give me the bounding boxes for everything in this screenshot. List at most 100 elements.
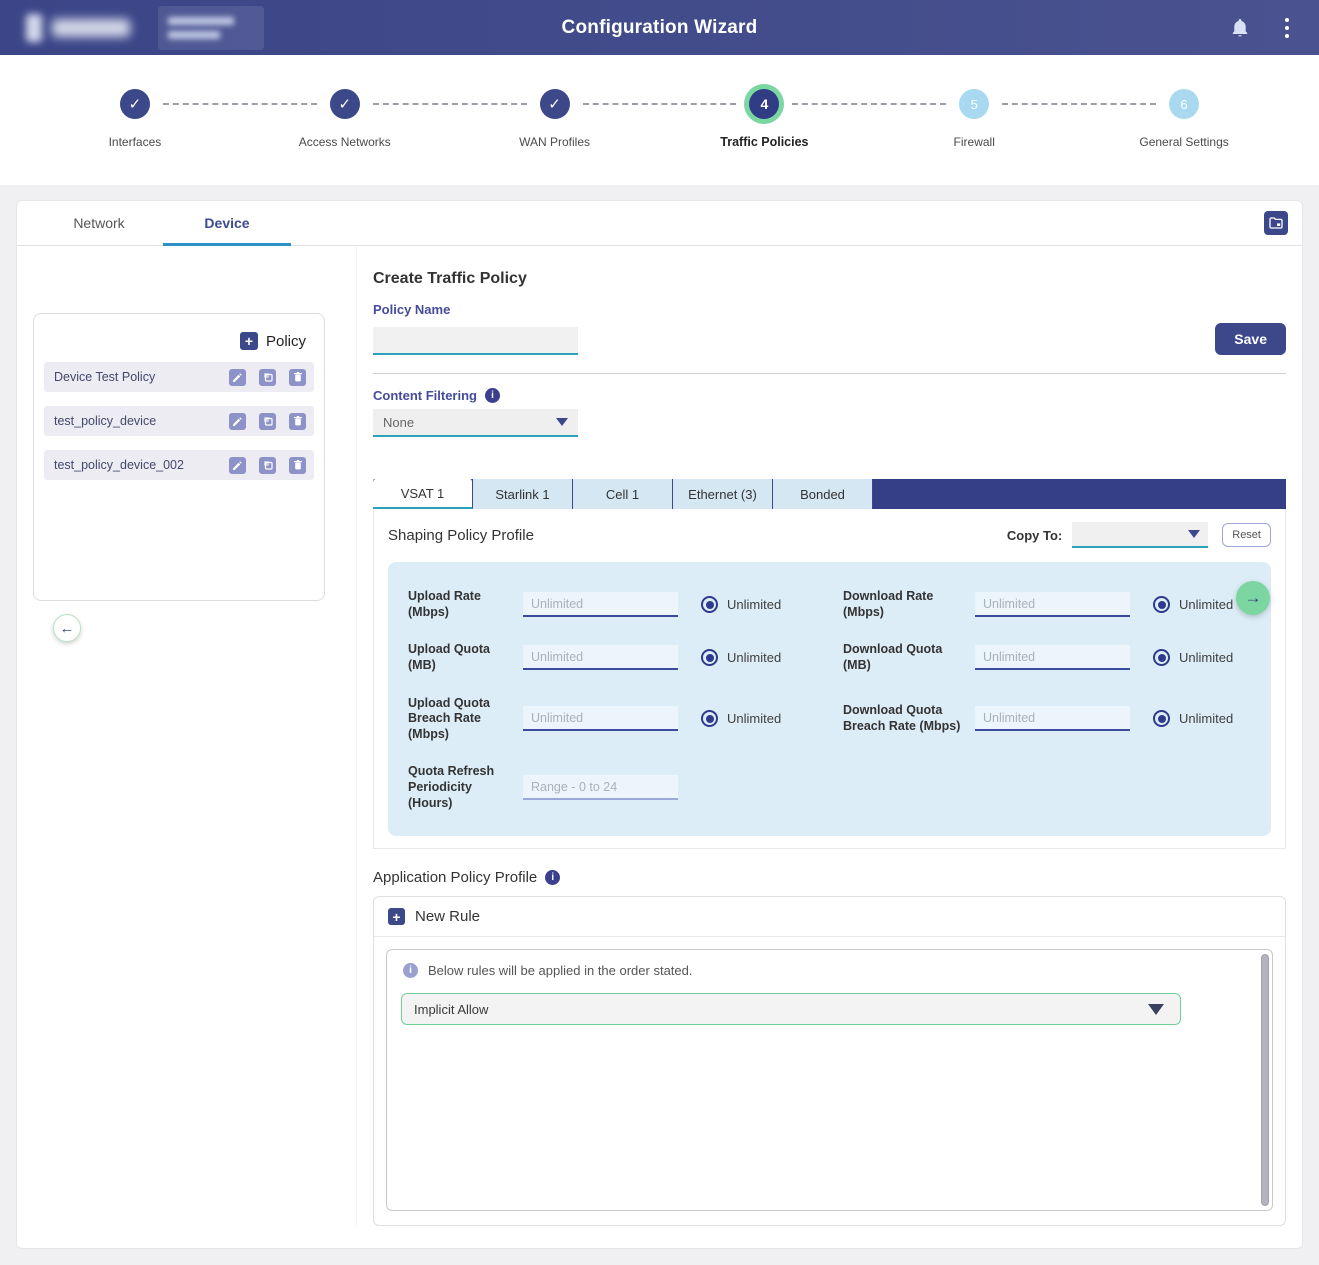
- tab-network[interactable]: Network: [35, 201, 163, 245]
- add-policy-label[interactable]: Policy: [266, 333, 306, 350]
- copy-to-select[interactable]: [1072, 522, 1208, 548]
- step-label: WAN Profiles: [519, 135, 590, 149]
- upload-breach-unlimited-radio[interactable]: [701, 710, 718, 727]
- policy-name-label: Policy Name: [373, 302, 1286, 317]
- notifications-bell-icon[interactable]: [1231, 18, 1249, 38]
- download-quota-label: Download Quota (MB): [843, 631, 975, 684]
- folder-button[interactable]: [1264, 211, 1288, 235]
- tab-starlink-1[interactable]: Starlink 1: [473, 479, 573, 509]
- upload-rate-input[interactable]: [523, 592, 678, 617]
- save-button-top[interactable]: Save: [1215, 323, 1286, 355]
- step-general-settings[interactable]: 6 General Settings: [1079, 89, 1289, 185]
- policy-list-item[interactable]: test_policy_device: [44, 406, 314, 436]
- add-policy-plus-icon[interactable]: +: [240, 332, 258, 350]
- download-breach-unlimited-radio[interactable]: [1153, 710, 1170, 727]
- scrollbar-thumb[interactable]: [1261, 954, 1269, 1206]
- unlimited-label: Unlimited: [727, 711, 781, 726]
- unlimited-label: Unlimited: [1179, 597, 1233, 612]
- arrow-right-icon: →: [1245, 588, 1262, 608]
- policy-list-panel: + Policy Device Test Policy test_policy_…: [33, 313, 325, 601]
- download-quota-unlimited-radio[interactable]: [1153, 649, 1170, 666]
- new-rule-label[interactable]: New Rule: [415, 908, 480, 925]
- tab-vsat-1[interactable]: VSAT 1: [373, 479, 473, 509]
- copy-to-label: Copy To:: [1007, 528, 1062, 543]
- policy-name-input[interactable]: [373, 327, 578, 355]
- info-icon[interactable]: i: [485, 388, 500, 403]
- check-icon: ✓: [540, 89, 570, 119]
- divider: [373, 373, 1286, 374]
- duplicate-policy-icon[interactable]: [259, 457, 276, 474]
- step-wan-profiles[interactable]: ✓ WAN Profiles: [450, 89, 660, 185]
- upload-rate-unlimited-radio[interactable]: [701, 596, 718, 613]
- edit-policy-icon[interactable]: [229, 413, 246, 430]
- download-breach-rate-input[interactable]: [975, 706, 1130, 731]
- duplicate-policy-icon[interactable]: [259, 369, 276, 386]
- download-rate-input[interactable]: [975, 592, 1130, 617]
- rules-section: + New Rule i Below rules will be applied…: [373, 896, 1286, 1226]
- download-quota-input[interactable]: [975, 645, 1130, 670]
- content-filtering-select[interactable]: None: [373, 409, 578, 437]
- duplicate-policy-icon[interactable]: [259, 413, 276, 430]
- check-icon: ✓: [120, 89, 150, 119]
- upload-quota-input[interactable]: [523, 645, 678, 670]
- step-access-networks[interactable]: ✓ Access Networks: [240, 89, 450, 185]
- policy-list-item[interactable]: test_policy_device_002: [44, 450, 314, 480]
- tab-ethernet-3[interactable]: Ethernet (3): [673, 479, 773, 509]
- top-navbar: Configuration Wizard: [0, 0, 1319, 55]
- reset-button[interactable]: Reset: [1222, 523, 1271, 547]
- delete-policy-icon[interactable]: [289, 413, 306, 430]
- overflow-menu-icon[interactable]: [1281, 16, 1293, 40]
- edit-policy-icon[interactable]: [229, 369, 246, 386]
- info-icon[interactable]: i: [545, 870, 560, 885]
- delete-policy-icon[interactable]: [289, 369, 306, 386]
- download-rate-label: Download Rate (Mbps): [843, 578, 975, 631]
- next-arrow-button[interactable]: →: [1236, 581, 1270, 615]
- logo-icon: [26, 14, 42, 42]
- shaping-fields-panel: Upload Rate (Mbps) Unlimited Download Ra…: [388, 562, 1271, 836]
- edit-policy-icon[interactable]: [229, 457, 246, 474]
- unlimited-label: Unlimited: [727, 650, 781, 665]
- upload-breach-rate-input[interactable]: [523, 706, 678, 731]
- step-label: Firewall: [954, 135, 995, 149]
- tab-bonded[interactable]: Bonded: [773, 479, 873, 509]
- rules-info-text: Below rules will be applied in the order…: [428, 963, 692, 978]
- quota-refresh-label: Quota Refresh Periodicity (Hours): [408, 753, 523, 822]
- step-label: General Settings: [1139, 135, 1228, 149]
- unlimited-label: Unlimited: [727, 597, 781, 612]
- step-number: 6: [1169, 89, 1199, 119]
- step-label: Traffic Policies: [720, 135, 808, 149]
- download-breach-rate-label: Download Quota Breach Rate (Mbps): [843, 692, 975, 745]
- upload-quota-unlimited-radio[interactable]: [701, 649, 718, 666]
- tab-device[interactable]: Device: [163, 201, 291, 245]
- step-firewall[interactable]: 5 Firewall: [869, 89, 1079, 185]
- rule-name: Implicit Allow: [414, 1002, 488, 1017]
- step-traffic-policies[interactable]: 4 Traffic Policies: [659, 89, 869, 185]
- rule-implicit-allow[interactable]: Implicit Allow: [401, 993, 1181, 1025]
- quota-refresh-input[interactable]: [523, 775, 678, 800]
- upload-quota-label: Upload Quota (MB): [408, 631, 523, 684]
- step-number: 4: [749, 89, 779, 119]
- new-rule-plus-icon[interactable]: +: [388, 908, 405, 925]
- step-number: 5: [959, 89, 989, 119]
- step-label: Access Networks: [299, 135, 391, 149]
- chevron-down-icon: [1188, 530, 1200, 538]
- scope-tabbar: Network Device: [17, 201, 1302, 246]
- shaping-title: Shaping Policy Profile: [388, 527, 534, 544]
- policy-name: test_policy_device: [54, 414, 216, 428]
- app-root: Configuration Wizard ✓ Interfaces ✓ Acce…: [0, 0, 1319, 1265]
- check-icon: ✓: [330, 89, 360, 119]
- delete-policy-icon[interactable]: [289, 457, 306, 474]
- policy-list-item[interactable]: Device Test Policy: [44, 362, 314, 392]
- logo-wordmark: [52, 19, 130, 37]
- shaping-section: Shaping Policy Profile Copy To: Reset: [373, 509, 1286, 849]
- policy-name: Device Test Policy: [54, 370, 216, 384]
- main-card: Network Device + Policy Device Test Poli…: [16, 200, 1303, 1249]
- folder-icon: [1269, 217, 1283, 229]
- app-logo: [26, 14, 130, 42]
- step-interfaces[interactable]: ✓ Interfaces: [30, 89, 240, 185]
- back-button[interactable]: ←: [53, 614, 81, 642]
- upload-breach-rate-label: Upload Quota Breach Rate (Mbps): [408, 685, 523, 754]
- tab-cell-1[interactable]: Cell 1: [573, 479, 673, 509]
- download-rate-unlimited-radio[interactable]: [1153, 596, 1170, 613]
- content-filtering-value: None: [383, 415, 414, 430]
